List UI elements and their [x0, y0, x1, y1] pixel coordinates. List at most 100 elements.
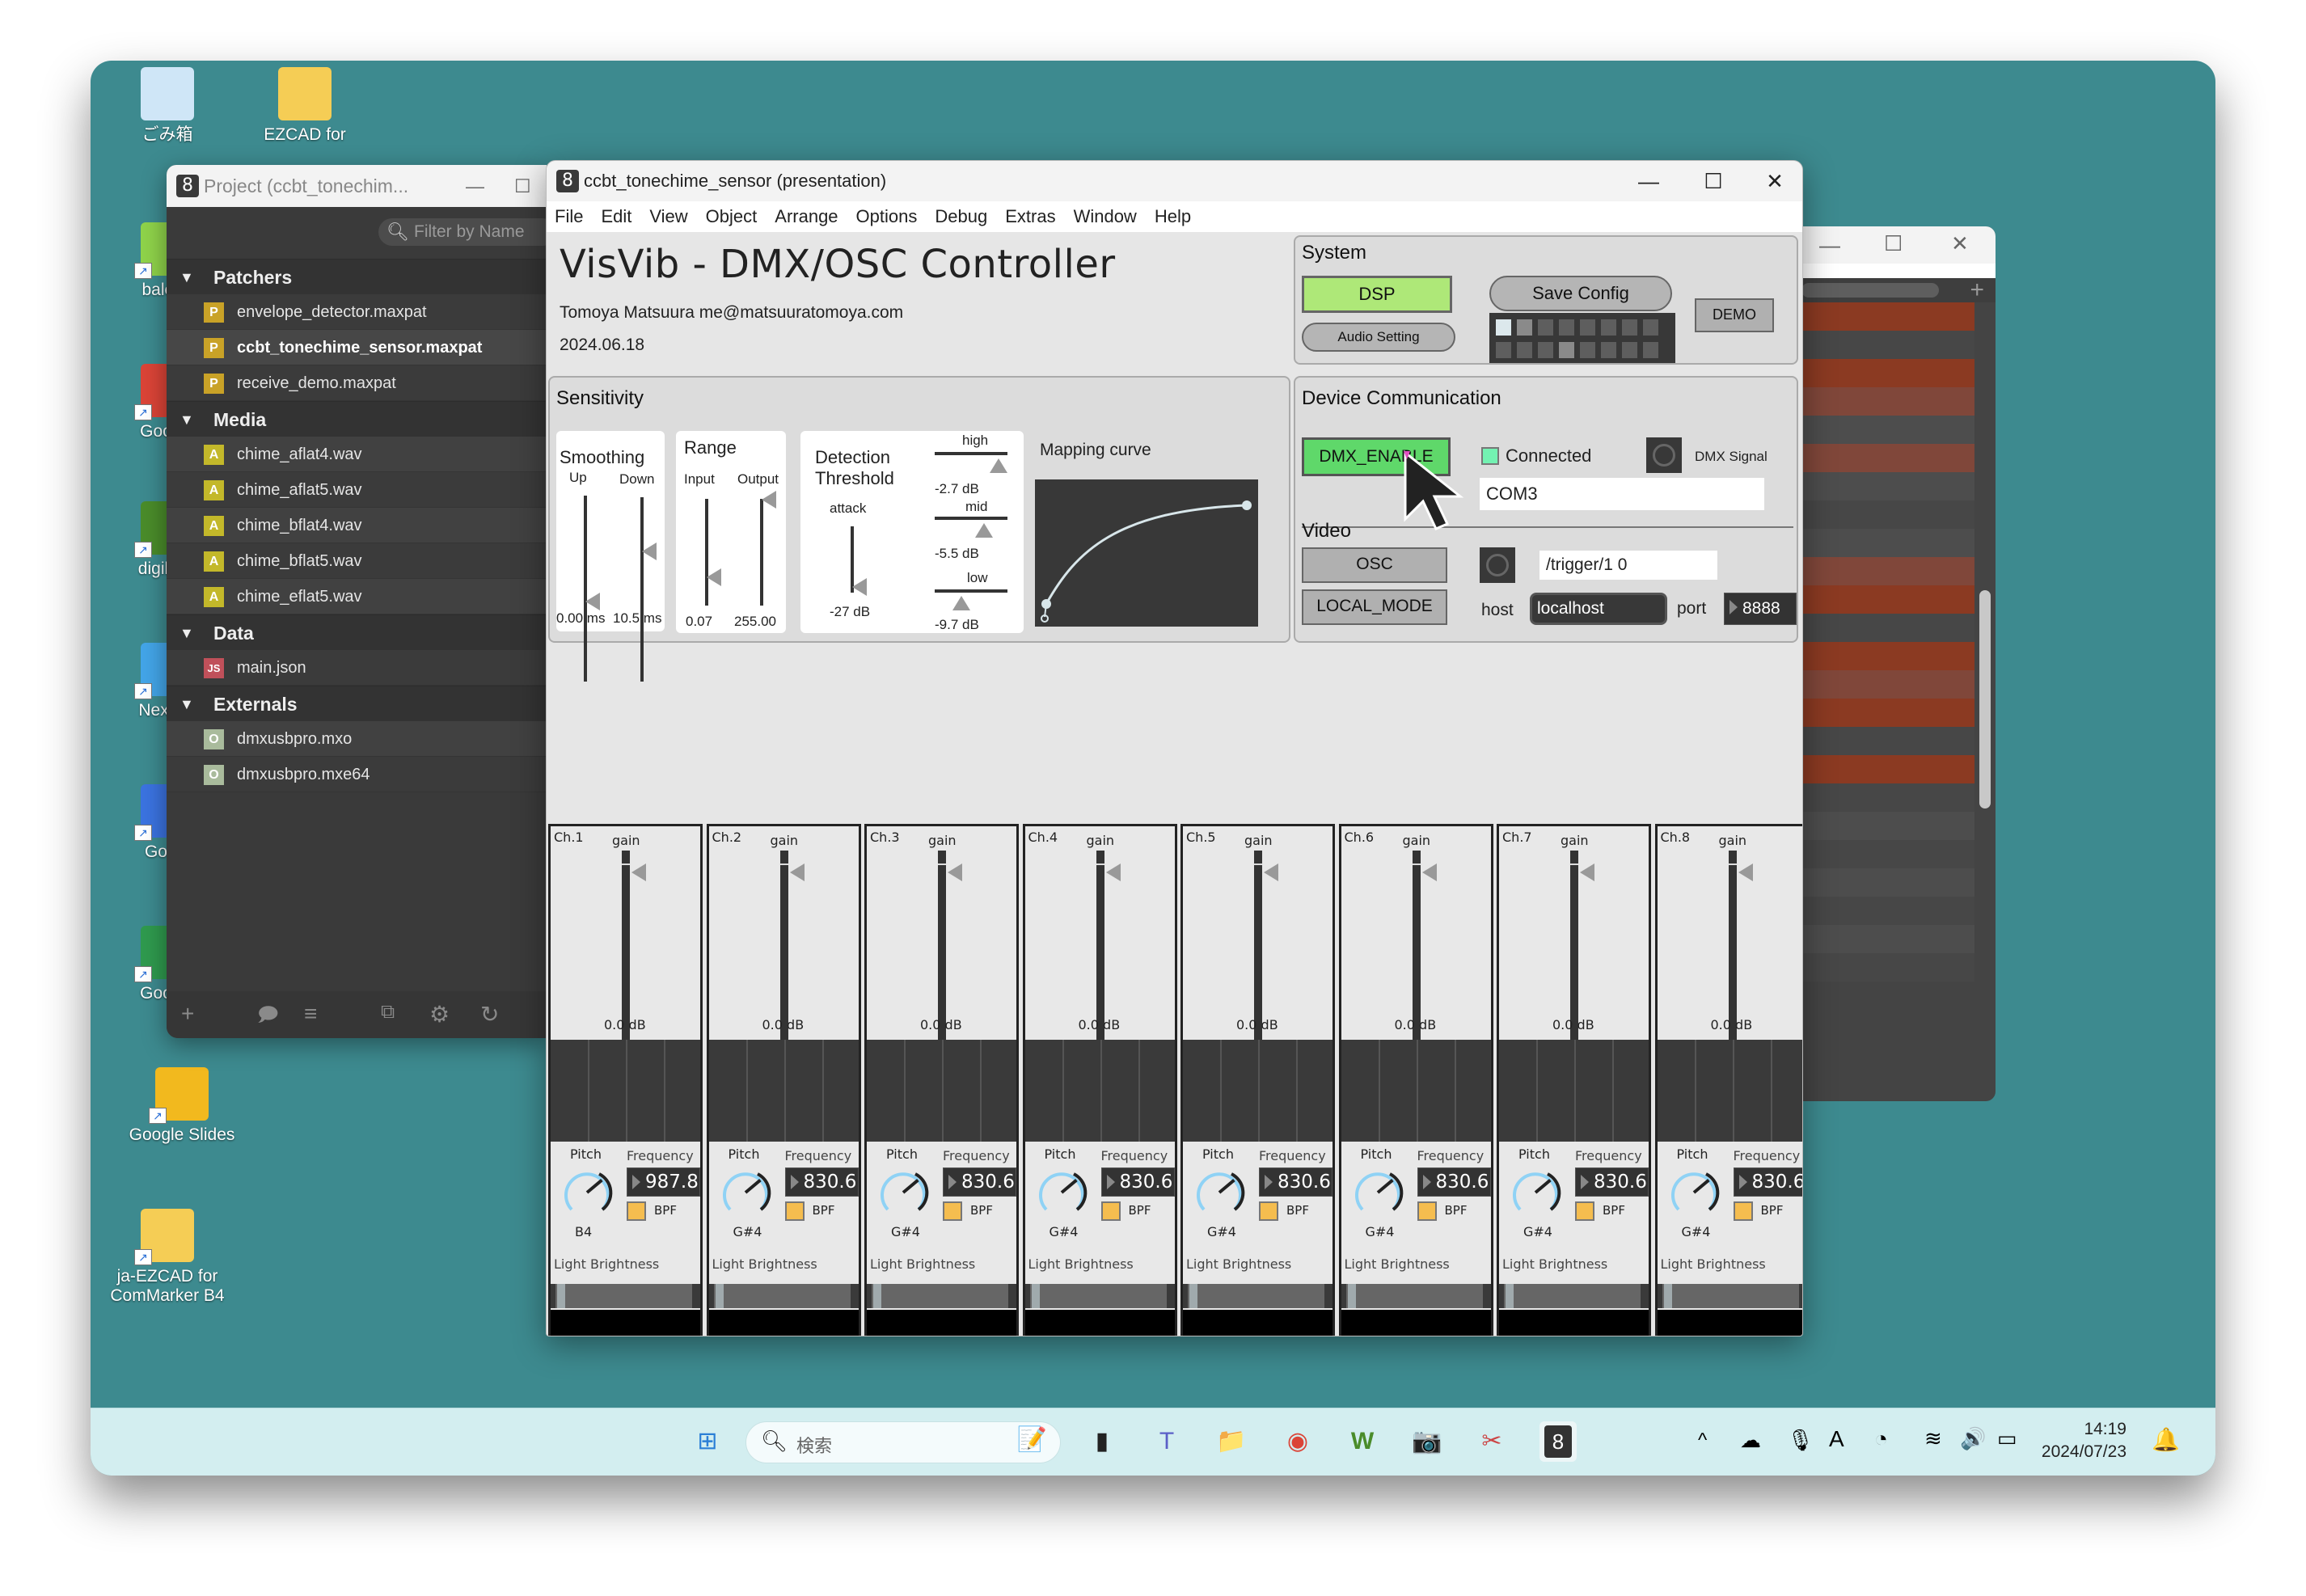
mid-thumb[interactable] [975, 523, 993, 538]
volume-icon[interactable]: 🔊 [1960, 1426, 1986, 1451]
list-row[interactable] [1801, 557, 1974, 585]
high-thumb[interactable] [990, 458, 1007, 473]
menu-window[interactable]: Window [1074, 206, 1137, 227]
demo-button[interactable]: DEMO [1695, 298, 1774, 332]
preset-slot[interactable] [1622, 342, 1637, 358]
list-row[interactable] [1801, 472, 1974, 500]
serial-port-field[interactable]: COM3 [1480, 478, 1764, 510]
attack-thumb[interactable] [852, 578, 867, 596]
tree-section-media[interactable]: ▼ Media [167, 401, 547, 437]
preset-grid[interactable] [1489, 313, 1675, 363]
list-row[interactable] [1801, 529, 1974, 557]
add-icon[interactable]: + [181, 1001, 194, 1027]
desktop-icon-recycle-bin[interactable]: ごみ箱 [107, 67, 228, 145]
tree-item[interactable]: JS main.json [167, 650, 547, 686]
desktop-icon-ja-ezcad-folder[interactable]: ↗ ja-EZCAD for ComMarker B4 [107, 1209, 228, 1306]
tree-item[interactable]: Achime_eflat5.wav [167, 579, 547, 614]
preset-slot[interactable] [1517, 342, 1532, 358]
chrome-icon[interactable]: ◉ [1279, 1421, 1316, 1462]
battery-icon[interactable]: ▭ [1997, 1426, 2017, 1451]
range-input-thumb[interactable] [707, 568, 721, 586]
gain-thumb[interactable] [948, 863, 962, 881]
preset-slot[interactable] [1517, 319, 1532, 336]
preset-slot[interactable] [1643, 319, 1658, 336]
pitch-knob[interactable] [1507, 1164, 1564, 1221]
range-output-thumb[interactable] [762, 491, 776, 509]
bpf-toggle[interactable] [1259, 1201, 1278, 1221]
desktop-icon-google-slides[interactable]: ↗ Google Slides [121, 1067, 243, 1145]
preset-slot[interactable] [1538, 342, 1553, 358]
list-row[interactable] [1801, 444, 1974, 472]
list-row[interactable] [1801, 331, 1974, 359]
list-row[interactable] [1801, 302, 1974, 331]
maximize-icon[interactable]: ☐ [514, 175, 531, 197]
maximize-icon[interactable]: ☐ [1884, 231, 1903, 256]
light-brightness-slider[interactable] [1341, 1284, 1491, 1308]
close-icon[interactable]: ✕ [1742, 161, 1802, 201]
tree-section-externals[interactable]: ▼ Externals [167, 686, 547, 721]
menu-view[interactable]: View [649, 206, 687, 227]
range-input-slider[interactable] [705, 499, 708, 606]
background-window[interactable]: — ☐ ✕ + [1801, 226, 1996, 1101]
list-row[interactable] [1801, 868, 1974, 897]
task-view-icon[interactable]: ▮ [1083, 1421, 1121, 1462]
preset-slot[interactable] [1580, 319, 1595, 336]
microphone-icon[interactable]: 🎙 [1787, 1428, 1814, 1453]
gain-thumb[interactable] [1738, 863, 1753, 881]
preset-slot[interactable] [1559, 342, 1574, 358]
tree-section-data[interactable]: ▼ Data [167, 614, 547, 650]
scrollbar[interactable] [1979, 590, 1991, 809]
collapse-triangle-icon[interactable]: ▼ [179, 615, 194, 651]
wifi-icon[interactable]: ≋ [1924, 1426, 1942, 1451]
light-brightness-slider[interactable] [551, 1284, 700, 1308]
gain-thumb[interactable] [789, 863, 805, 881]
low-thumb[interactable] [952, 596, 970, 610]
layers-icon[interactable]: ⧉ [381, 1001, 395, 1024]
range-output-slider[interactable] [760, 499, 763, 606]
smoothing-up-slider[interactable] [584, 496, 587, 682]
frequency-number[interactable]: 830.6 [1575, 1167, 1649, 1197]
collapse-triangle-icon[interactable]: ▼ [179, 260, 194, 295]
preset-slot[interactable] [1622, 319, 1637, 336]
light-brightness-slider[interactable] [867, 1284, 1016, 1308]
list-row[interactable] [1801, 387, 1974, 416]
pitch-knob[interactable] [559, 1164, 615, 1221]
tray-chevron-icon[interactable]: ^ [1698, 1429, 1707, 1452]
smoothing-down-slider[interactable] [640, 497, 644, 682]
preset-slot[interactable] [1496, 342, 1511, 358]
tree-section-patchers[interactable]: ▼ Patchers [167, 259, 547, 294]
gain-thumb[interactable] [1580, 863, 1594, 881]
bpf-toggle[interactable] [627, 1201, 646, 1221]
menu-help[interactable]: Help [1155, 206, 1191, 227]
ime-icon[interactable]: A [1829, 1426, 1844, 1452]
frequency-number[interactable]: 830.6 [1417, 1167, 1491, 1197]
list-row[interactable] [1801, 670, 1974, 699]
minimize-icon[interactable]: — [466, 175, 484, 197]
list-row[interactable] [1801, 359, 1974, 387]
preset-slot[interactable] [1580, 342, 1595, 358]
desktop-icon-ezcad-folder[interactable]: EZCAD for [244, 67, 365, 145]
list-row[interactable] [1801, 755, 1974, 783]
list-row[interactable] [1801, 585, 1974, 614]
menu-debug[interactable]: Debug [935, 206, 987, 227]
tree-item[interactable]: Odmxusbpro.mxo [167, 721, 547, 757]
pitch-knob[interactable] [1191, 1164, 1248, 1221]
curve-start-point[interactable] [1041, 599, 1051, 609]
waveforms-icon[interactable]: W [1344, 1421, 1381, 1462]
light-brightness-slider[interactable] [1183, 1284, 1332, 1308]
light-brightness-slider[interactable] [1024, 1284, 1175, 1308]
menu-extras[interactable]: Extras [1005, 206, 1055, 227]
camera-icon[interactable]: 📷 [1409, 1421, 1446, 1462]
light-brightness-slider[interactable] [708, 1284, 859, 1308]
high-slider[interactable] [935, 452, 1007, 455]
list-row[interactable] [1801, 812, 1974, 840]
menu-object[interactable]: Object [706, 206, 758, 227]
clock[interactable]: 14:19 2024/07/23 [2042, 1418, 2127, 1463]
local-mode-toggle[interactable]: LOCAL_MODE [1302, 589, 1447, 625]
list-row[interactable] [1801, 925, 1974, 953]
preset-slot[interactable] [1538, 319, 1553, 336]
preset-slot[interactable] [1643, 342, 1658, 358]
light-brightness-slider[interactable] [1499, 1284, 1649, 1308]
preset-slot[interactable] [1496, 319, 1511, 336]
gain-thumb[interactable] [1105, 863, 1121, 881]
